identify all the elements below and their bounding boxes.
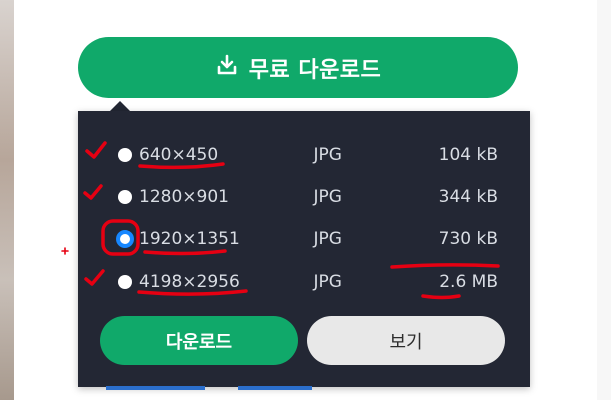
radio-button[interactable] — [118, 148, 132, 162]
file-size: 730 kB — [438, 229, 498, 249]
file-format: JPG — [313, 229, 342, 249]
download-option-row-selected[interactable]: 1920×1351 JPG 730 kB — [116, 224, 498, 254]
download-icon — [215, 53, 239, 83]
partially-hidden-blue-control — [106, 386, 205, 390]
download-option-row[interactable]: 640×450 JPG 104 kB — [118, 140, 498, 170]
selected-radio-button[interactable] — [116, 230, 134, 248]
background-image-strip — [0, 0, 14, 400]
image-dimensions: 1280×901 — [139, 187, 229, 207]
file-format: JPG — [313, 187, 342, 207]
partially-hidden-blue-control — [238, 386, 312, 390]
file-format: JPG — [313, 145, 342, 165]
radio-button[interactable] — [118, 275, 132, 289]
download-button[interactable]: 다운로드 — [100, 316, 298, 365]
file-size: 104 kB — [438, 145, 498, 165]
download-option-row[interactable]: 1280×901 JPG 344 kB — [118, 182, 498, 212]
free-download-button[interactable]: 무료 다운로드 — [78, 37, 518, 98]
download-option-row[interactable]: 4198×2956 JPG 2.6 MB — [118, 267, 498, 297]
image-dimensions: 640×450 — [139, 145, 219, 165]
image-dimensions: 4198×2956 — [139, 272, 240, 292]
download-options-panel: 640×450 JPG 104 kB 1280×901 JPG 344 kB 1… — [78, 111, 530, 387]
radio-button[interactable] — [118, 190, 132, 204]
screenshot-page: 무료 다운로드 640×450 JPG 104 kB 1280×901 JPG … — [0, 0, 611, 400]
file-format: JPG — [313, 272, 342, 292]
image-dimensions: 1920×1351 — [139, 229, 240, 249]
free-download-label: 무료 다운로드 — [248, 57, 382, 83]
right-page-edge — [597, 0, 611, 400]
view-button[interactable]: 보기 — [307, 316, 505, 365]
file-size: 344 kB — [438, 187, 498, 207]
file-size: 2.6 MB — [439, 272, 498, 292]
